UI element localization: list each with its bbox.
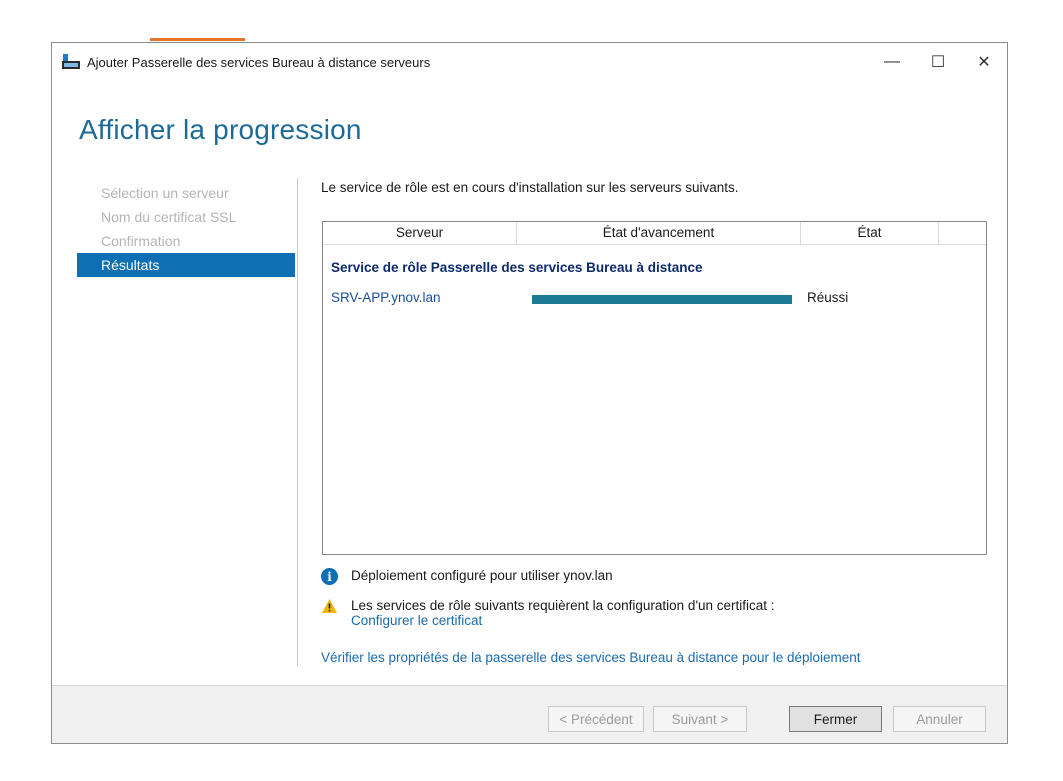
close-wizard-button[interactable]: Fermer <box>789 706 882 732</box>
maximize-button[interactable]: ☐ <box>915 43 961 81</box>
nav-item-label: Sélection un serveur <box>101 185 229 201</box>
nav-item-label: Confirmation <box>101 233 181 249</box>
nav-item-confirmation[interactable]: Confirmation <box>77 229 295 253</box>
nav-divider <box>297 178 298 666</box>
table-row[interactable]: SRV-APP.ynov.lan Réussi <box>323 288 986 310</box>
minimize-icon: — <box>884 53 900 70</box>
nav-item-label: Résultats <box>101 257 160 273</box>
intro-text: Le service de rôle est en cours d'instal… <box>321 180 739 195</box>
nav-item-results[interactable]: Résultats <box>77 253 295 277</box>
warning-icon <box>321 598 338 614</box>
progress-bar <box>532 295 792 304</box>
close-button[interactable]: ✕ <box>961 43 1007 81</box>
wizard-nav: Sélection un serveur Nom du certificat S… <box>77 181 295 277</box>
warning-text: Les services de rôle suivants requièrent… <box>351 598 775 613</box>
info-message: i Déploiement configuré pour utiliser yn… <box>321 568 613 585</box>
info-icon: i <box>321 568 338 585</box>
nav-item-label: Nom du certificat SSL <box>101 209 237 225</box>
maximize-icon: ☐ <box>930 54 946 71</box>
column-header-progress[interactable]: État d'avancement <box>517 222 801 244</box>
title-bar[interactable]: Ajouter Passerelle des services Bureau à… <box>52 43 1007 81</box>
configure-certificate-link[interactable]: Configurer le certificat <box>351 613 775 628</box>
nav-item-server-selection[interactable]: Sélection un serveur <box>77 181 295 205</box>
wizard-footer: < Précédent Suivant > Fermer Annuler <box>52 686 1007 743</box>
cancel-button[interactable]: Annuler <box>893 706 986 732</box>
warning-message: Les services de rôle suivants requièrent… <box>321 598 775 628</box>
column-header-status[interactable]: État <box>801 222 939 244</box>
minimize-button[interactable]: — <box>869 43 915 81</box>
column-header-server[interactable]: Serveur <box>323 222 517 244</box>
background-tab-accent <box>150 38 245 41</box>
status-text: Réussi <box>807 290 849 305</box>
window-controls: — ☐ ✕ <box>869 43 1007 81</box>
table-group-heading: Service de rôle Passerelle des services … <box>331 260 703 275</box>
info-text: Déploiement configuré pour utiliser ynov… <box>351 568 613 583</box>
progress-bar-fill <box>532 295 792 304</box>
server-name: SRV-APP.ynov.lan <box>331 290 441 305</box>
close-icon: ✕ <box>977 54 991 71</box>
verify-gateway-properties-link[interactable]: Vérifier les propriétés de la passerelle… <box>321 650 861 665</box>
previous-button[interactable]: < Précédent <box>548 706 644 732</box>
wizard-window: Ajouter Passerelle des services Bureau à… <box>51 42 1008 744</box>
progress-table[interactable]: Serveur État d'avancement État Service d… <box>322 221 987 555</box>
table-header: Serveur État d'avancement État <box>323 222 986 245</box>
nav-item-ssl-certificate-name[interactable]: Nom du certificat SSL <box>77 205 295 229</box>
window-title: Ajouter Passerelle des services Bureau à… <box>87 54 431 70</box>
server-manager-icon <box>62 54 80 70</box>
next-button[interactable]: Suivant > <box>653 706 747 732</box>
page-title: Afficher la progression <box>79 114 362 145</box>
